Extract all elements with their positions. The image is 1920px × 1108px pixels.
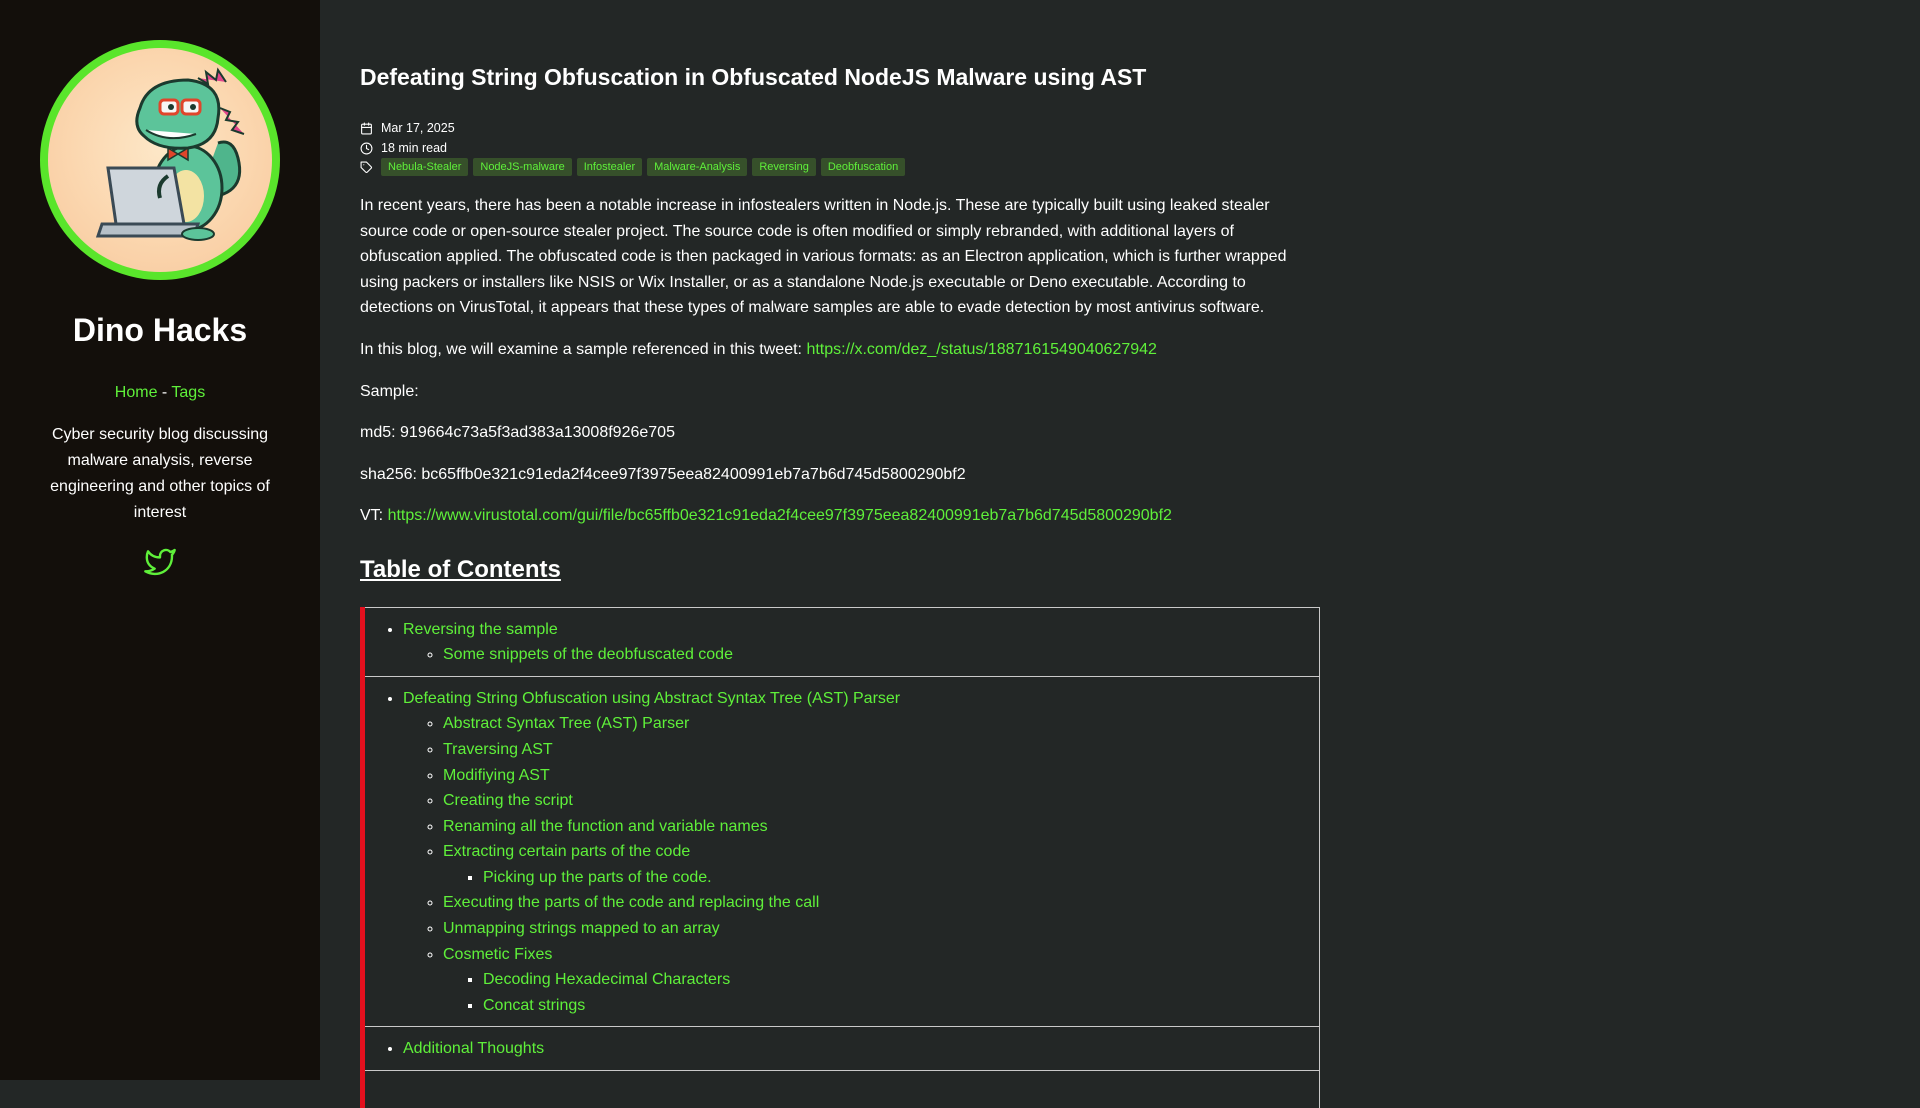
toc-link[interactable]: Additional Thoughts bbox=[403, 1040, 544, 1057]
toc-subitem: Extracting certain parts of the code Pic… bbox=[443, 839, 1319, 890]
tweet-paragraph: In this blog, we will examine a sample r… bbox=[360, 337, 1320, 363]
md5-hash: md5: 919664c73a5f3ad383a13008f926e705 bbox=[360, 424, 675, 442]
toc-subitem: Cosmetic Fixes Decoding Hexadecimal Char… bbox=[443, 942, 1319, 1019]
toc-link[interactable]: Abstract Syntax Tree (AST) Parser bbox=[443, 715, 689, 732]
toc-link[interactable]: Modifiying AST bbox=[443, 767, 550, 784]
dinosaur-avatar-image bbox=[48, 48, 272, 272]
toc-link[interactable]: Cosmetic Fixes bbox=[443, 946, 552, 963]
tags-row: Nebula-Stealer NodeJS-malware Infosteale… bbox=[360, 158, 910, 176]
toc-item: Defeating String Obfuscation using Abstr… bbox=[403, 686, 1319, 1019]
tag-link[interactable]: Reversing bbox=[752, 158, 816, 176]
toc-subsubitem: Decoding Hexadecimal Characters bbox=[483, 967, 1319, 993]
toc-link[interactable]: Defeating String Obfuscation using Abstr… bbox=[403, 690, 900, 707]
nav-home-link[interactable]: Home bbox=[115, 384, 158, 401]
toc-subitem: Traversing AST bbox=[443, 737, 1319, 763]
avatar[interactable] bbox=[40, 40, 280, 280]
toc-subitem: Executing the parts of the code and repl… bbox=[443, 890, 1319, 916]
toc-link[interactable]: Some snippets of the deobfuscated code bbox=[443, 646, 733, 663]
toc-link[interactable]: Concat strings bbox=[483, 997, 585, 1014]
table-of-contents: Reversing the sample Some snippets of th… bbox=[360, 606, 1320, 1108]
calendar-icon bbox=[361, 122, 372, 134]
post-title: Defeating String Obfuscation in Obfuscat… bbox=[360, 64, 1147, 90]
toc-subitem: Creating the script bbox=[443, 788, 1319, 814]
toc-section: Additional Thoughts bbox=[365, 1026, 1320, 1071]
virustotal-paragraph: VT: https://www.virustotal.com/gui/file/… bbox=[360, 503, 1320, 529]
toc-link[interactable]: Unmapping strings mapped to an array bbox=[443, 920, 720, 937]
toc-section: Defeating String Obfuscation using Abstr… bbox=[365, 675, 1320, 1027]
post-date: Mar 17, 2025 bbox=[381, 121, 455, 135]
toc-section: Reversing the sample Some snippets of th… bbox=[365, 606, 1320, 676]
toc-subitem: Renaming all the function and variable n… bbox=[443, 814, 1319, 840]
vt-label: VT: bbox=[360, 507, 384, 525]
sidebar: Dino Hacks Home - Tags Cyber security bl… bbox=[0, 0, 320, 1080]
twitter-link[interactable] bbox=[144, 546, 176, 578]
toc-subitem: Modifiying AST bbox=[443, 763, 1319, 789]
toc-subitem: Unmapping strings mapped to an array bbox=[443, 916, 1319, 942]
toc-link[interactable]: Extracting certain parts of the code bbox=[443, 843, 690, 860]
toc-link[interactable]: Traversing AST bbox=[443, 741, 553, 758]
virustotal-link[interactable]: https://www.virustotal.com/gui/file/bc65… bbox=[388, 507, 1172, 524]
read-time: 18 min read bbox=[381, 141, 448, 155]
post-date-row: Mar 17, 2025 bbox=[360, 119, 455, 137]
sample-label: Sample: bbox=[360, 382, 419, 400]
intro-paragraph: In recent years, there has been a notabl… bbox=[360, 197, 1287, 317]
toc-section bbox=[365, 1070, 1320, 1108]
nav-separator: - bbox=[161, 384, 168, 401]
toc-subitem: Abstract Syntax Tree (AST) Parser bbox=[443, 711, 1319, 737]
tweet-text: In this blog, we will examine a sample r… bbox=[360, 340, 802, 358]
site-title[interactable]: Dino Hacks bbox=[0, 312, 320, 349]
nav-tags-link[interactable]: Tags bbox=[171, 384, 205, 401]
toc-link[interactable]: Picking up the parts of the code. bbox=[483, 869, 712, 886]
tag-icon bbox=[360, 161, 372, 173]
toc-item: Additional Thoughts bbox=[403, 1036, 1319, 1062]
toc-item: Reversing the sample Some snippets of th… bbox=[403, 617, 1319, 668]
toc-link[interactable]: Renaming all the function and variable n… bbox=[443, 818, 768, 835]
site-description: Cyber security blog discussing malware a… bbox=[50, 426, 270, 521]
tweet-link[interactable]: https://x.com/dez_/status/18871615490406… bbox=[806, 341, 1156, 358]
read-time-row: 18 min read bbox=[360, 139, 447, 157]
post-body: In recent years, there has been a notabl… bbox=[360, 193, 1320, 1108]
tag-link[interactable]: Malware-Analysis bbox=[647, 158, 748, 176]
toc-subitem: Some snippets of the deobfuscated code bbox=[443, 642, 1319, 668]
twitter-icon bbox=[144, 548, 176, 576]
tag-link[interactable]: NodeJS-malware bbox=[473, 158, 572, 176]
site-nav: Home - Tags bbox=[0, 384, 320, 402]
toc-subsubitem: Concat strings bbox=[483, 993, 1319, 1019]
tag-link[interactable]: Deobfuscation bbox=[820, 158, 906, 176]
toc-subsubitem: Picking up the parts of the code. bbox=[483, 865, 1319, 891]
sha256-hash: sha256: bc65ffb0e321c91eda2f4cee97f3975e… bbox=[360, 465, 966, 483]
clock-icon bbox=[360, 142, 373, 154]
tag-link[interactable]: Nebula-Stealer bbox=[381, 158, 469, 176]
toc-link[interactable]: Decoding Hexadecimal Characters bbox=[483, 971, 730, 988]
tag-link[interactable]: Infostealer bbox=[576, 158, 643, 176]
toc-link[interactable]: Executing the parts of the code and repl… bbox=[443, 894, 819, 911]
toc-link[interactable]: Creating the script bbox=[443, 792, 573, 809]
toc-heading: Table of Contents bbox=[360, 555, 561, 583]
toc-link[interactable]: Reversing the sample bbox=[403, 621, 558, 638]
